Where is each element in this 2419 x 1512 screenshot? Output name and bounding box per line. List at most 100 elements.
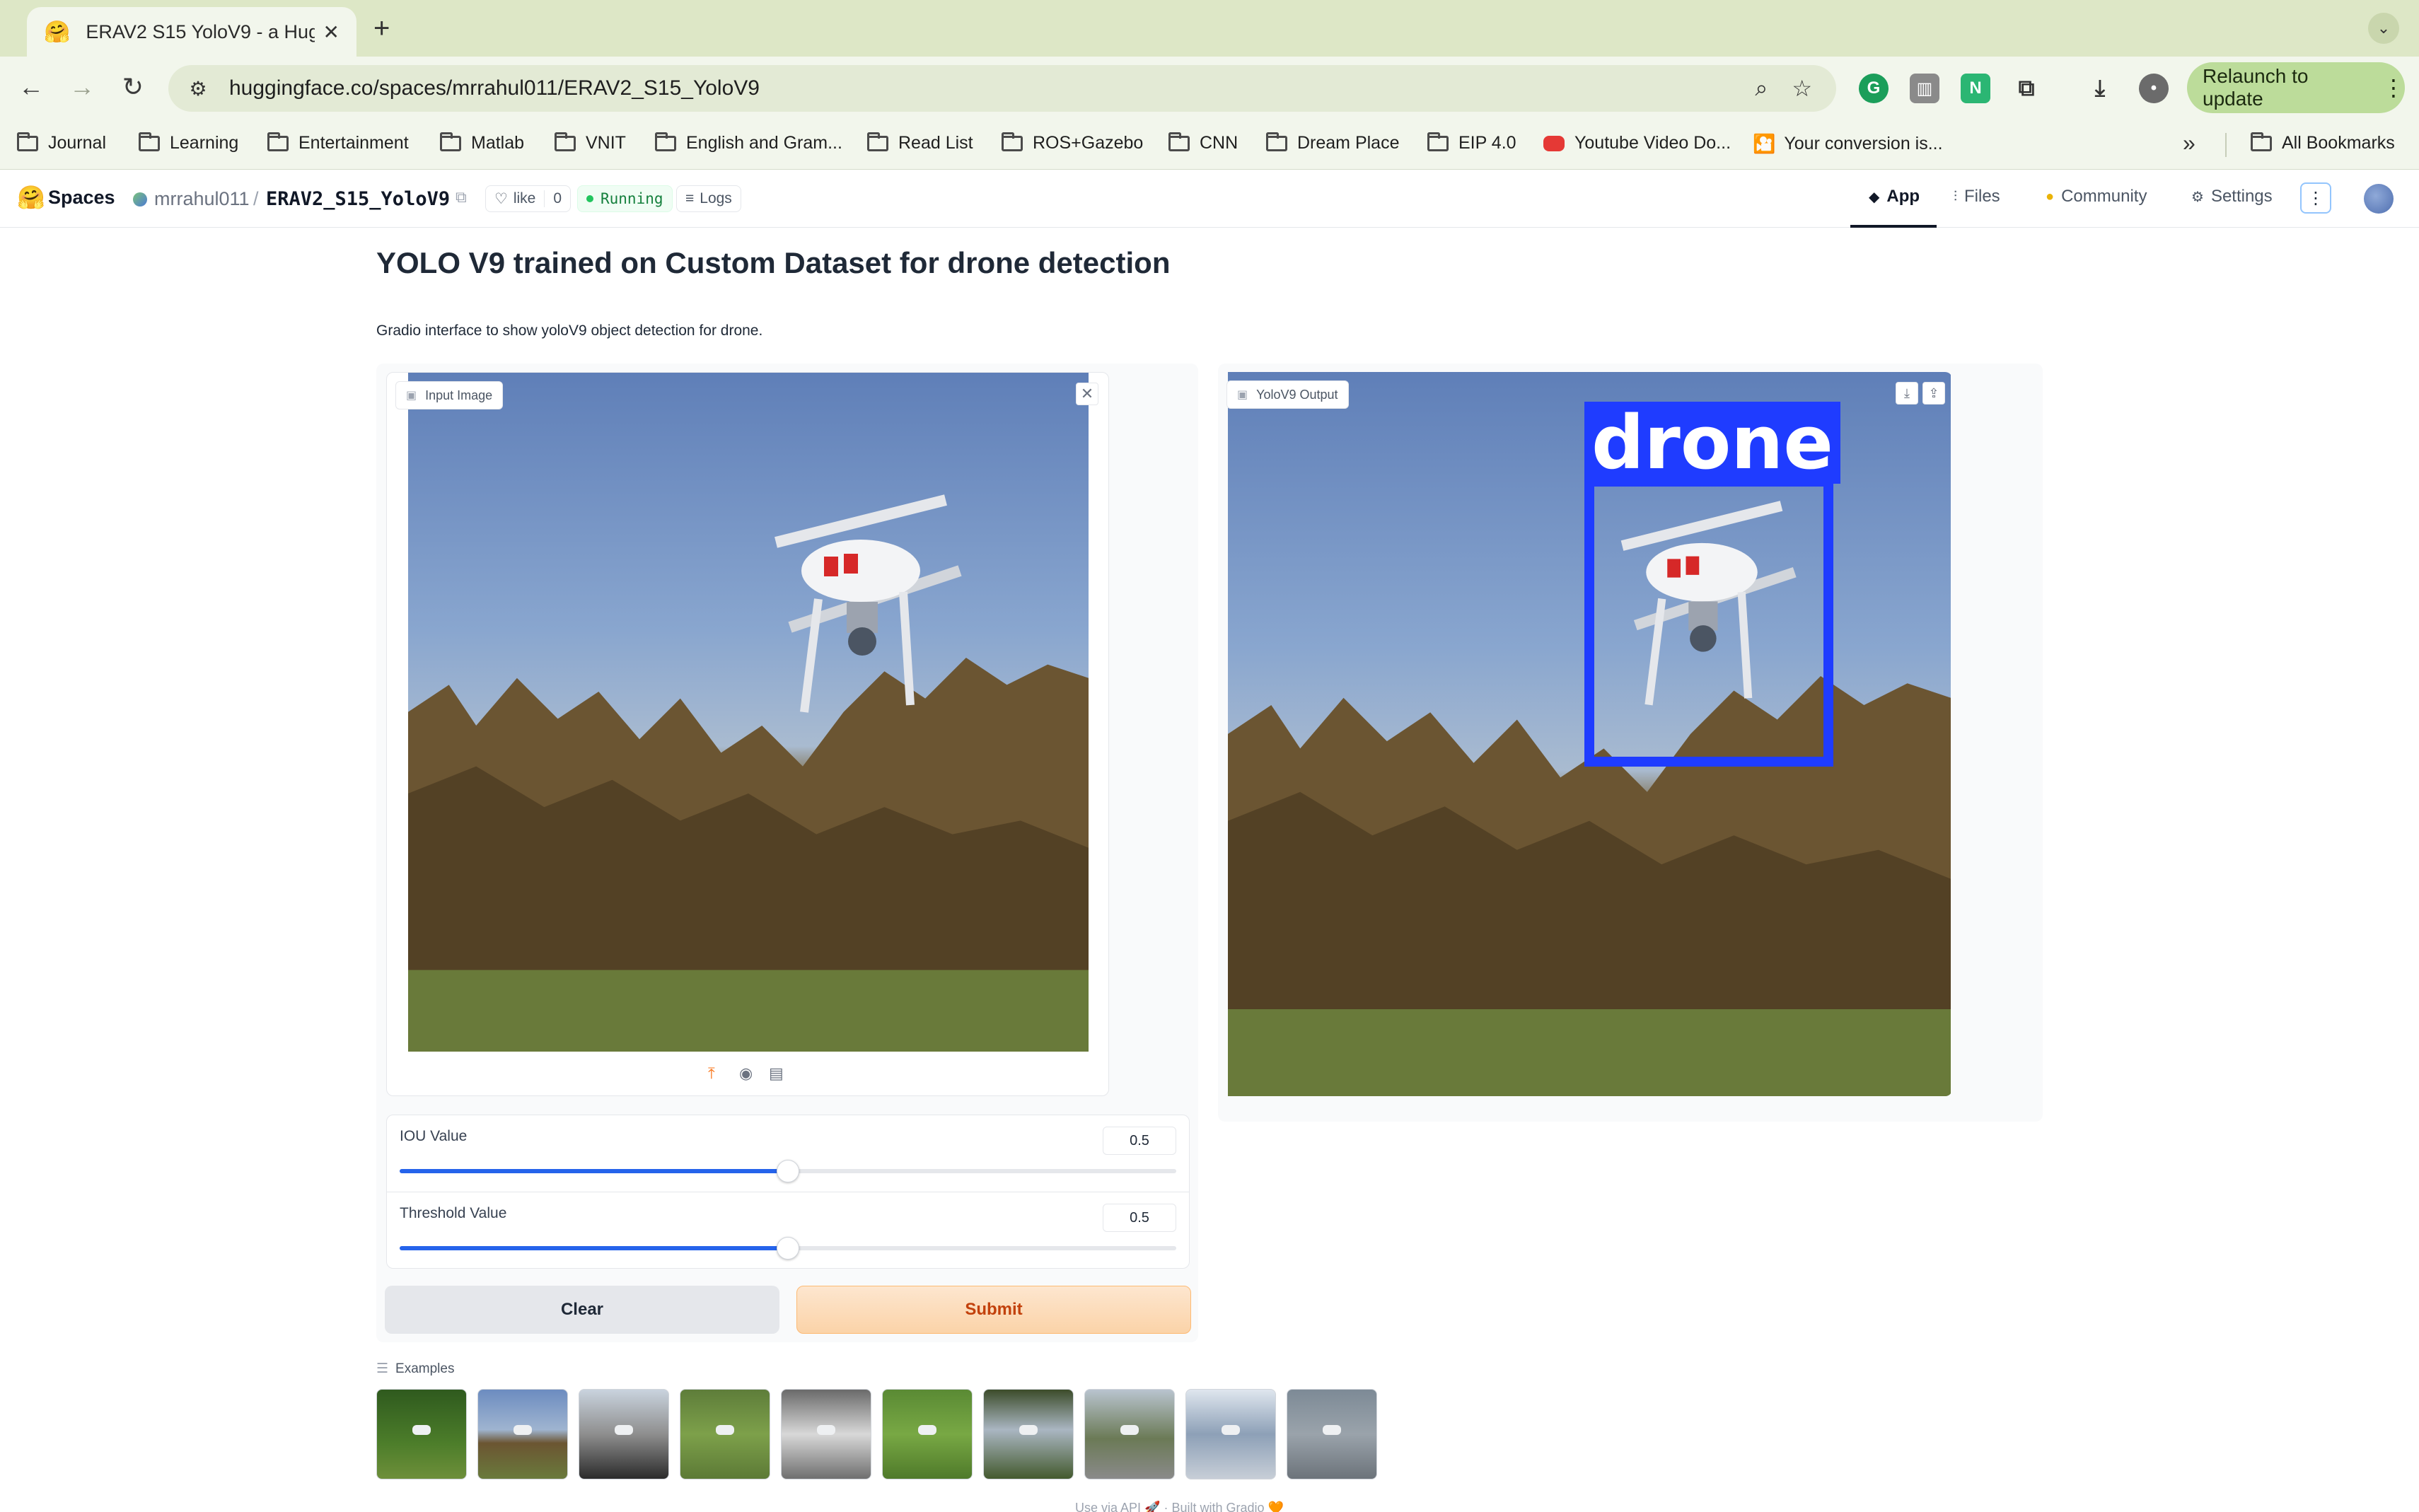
path-separator: / [253, 188, 259, 209]
example-thumbnail[interactable] [882, 1389, 973, 1479]
hugging-face-logo-icon[interactable]: 🤗 [17, 184, 45, 211]
bookmark-ros-gazebo[interactable]: ROS+Gazebo [1002, 132, 1143, 153]
download-icon[interactable]: ⤓ [1896, 382, 1918, 405]
like-button[interactable]: ♡ like 0 [485, 185, 572, 212]
clipboard-icon[interactable]: ▤ [769, 1064, 784, 1083]
examples-gallery [376, 1389, 1377, 1479]
status-label: Running [601, 190, 663, 207]
bookmark-learning[interactable]: Learning [139, 132, 238, 153]
upload-icon[interactable]: ⤒ [708, 1064, 715, 1083]
example-thumbnail[interactable] [477, 1389, 568, 1479]
example-thumbnail[interactable] [579, 1389, 669, 1479]
browser-tab[interactable]: 🤗 ERAV2 S15 YoloV9 - a Huggin ✕ [27, 7, 356, 57]
settings-gear-icon: ⚙ [2191, 189, 2204, 205]
drone-graphic [615, 1425, 633, 1436]
bookmark-read-list[interactable]: Read List [867, 132, 973, 153]
webcam-icon[interactable]: ◉ [739, 1064, 753, 1083]
submit-button[interactable]: Submit [796, 1286, 1191, 1334]
bookmark-vnit[interactable]: VNIT [555, 132, 626, 153]
more-bookmarks-chevron-icon[interactable]: » [2183, 130, 2195, 156]
repo-name-link[interactable]: ERAV2_S15_YoloV9 [266, 188, 450, 210]
footer-text: Use via API 🚀 · Built with Gradio 🧡 [1075, 1501, 1284, 1512]
all-bookmarks[interactable]: All Bookmarks [2251, 132, 2395, 153]
threshold-slider-thumb[interactable] [777, 1237, 799, 1260]
more-options-icon[interactable]: ⋮ [2300, 182, 2331, 214]
example-thumbnail[interactable] [1287, 1389, 1377, 1479]
grammarly-extension-icon[interactable]: G [1859, 74, 1889, 103]
page-title: YOLO V9 trained on Custom Dataset for dr… [376, 246, 1171, 279]
tab-title: ERAV2 S15 YoloV9 - a Huggin [86, 21, 315, 42]
folder-icon [1002, 132, 1023, 151]
bookmark-eip[interactable]: EIP 4.0 [1427, 132, 1516, 153]
spaces-link[interactable]: Spaces [48, 187, 115, 209]
bookmarks-divider [2225, 133, 2227, 157]
owner-link[interactable]: mrrahul011 [154, 188, 250, 210]
example-thumbnail[interactable] [376, 1389, 467, 1479]
youtube-icon [1543, 135, 1565, 151]
bookmark-youtube-video[interactable]: Youtube Video Do... [1543, 133, 1731, 153]
output-image-block: ▣ YoloV9 Output ⤓ ⇪ drone [1218, 372, 1952, 1096]
iou-slider-fill [400, 1169, 788, 1173]
example-thumbnail[interactable] [983, 1389, 1074, 1479]
tab-search-chevron-icon[interactable]: ⌄ [2368, 13, 2399, 44]
iou-slider-thumb[interactable] [777, 1160, 799, 1182]
folder-icon [440, 132, 461, 151]
image-icon: ▣ [1237, 389, 1248, 401]
like-count: 0 [544, 190, 562, 207]
bookmark-cnn[interactable]: CNN [1168, 132, 1238, 153]
zoom-icon[interactable]: ⌕ [1755, 75, 1768, 102]
example-thumbnail[interactable] [680, 1389, 770, 1479]
downloads-icon[interactable]: ⤓ [2085, 74, 2115, 103]
running-status-badge[interactable]: Running [577, 185, 673, 212]
copy-icon[interactable]: ⧉ [456, 188, 467, 207]
relaunch-label: Relaunch to update [2203, 65, 2309, 110]
bookmark-entertainment[interactable]: Entertainment [267, 132, 409, 153]
example-thumbnail[interactable] [1084, 1389, 1175, 1479]
folder-icon [1266, 132, 1287, 151]
drone-graphic [775, 494, 962, 713]
threshold-slider-row: Threshold Value 0.5 [387, 1192, 1189, 1268]
folder-icon [2251, 132, 2272, 151]
threshold-label: Threshold Value [400, 1205, 507, 1221]
threshold-number-input[interactable]: 0.5 [1103, 1204, 1176, 1232]
share-icon[interactable]: ⇪ [1922, 382, 1945, 405]
site-settings-icon[interactable]: ⚙ [184, 77, 212, 100]
forward-arrow-icon[interactable]: → [65, 72, 99, 102]
user-avatar[interactable] [2364, 184, 2394, 214]
reload-icon[interactable]: ↻ [116, 72, 150, 102]
close-tab-icon[interactable]: ✕ [323, 21, 340, 44]
address-bar[interactable]: ⚙ huggingface.co/spaces/mrrahul011/ERAV2… [168, 65, 1836, 112]
drone-graphic [817, 1425, 835, 1436]
clear-button[interactable]: Clear [385, 1286, 779, 1334]
new-tab-icon[interactable]: + [373, 13, 390, 45]
bookmark-matlab[interactable]: Matlab [440, 132, 524, 153]
iou-number-input[interactable]: 0.5 [1103, 1127, 1176, 1155]
owner-avatar [133, 192, 147, 207]
tab-settings[interactable]: ⚙ Settings [2191, 187, 2273, 207]
input-image-block[interactable]: ▣ Input Image ✕ ⤒ ◉ ▤ [386, 372, 1109, 1096]
tab-app[interactable]: ◆ App [1869, 187, 1920, 207]
profile-avatar[interactable]: • [2139, 74, 2169, 103]
example-thumbnail[interactable] [1185, 1389, 1276, 1479]
logs-button[interactable]: ≡ Logs [676, 185, 741, 212]
notion-extension-icon[interactable]: N [1961, 74, 1990, 103]
tab-community[interactable]: ● Community [2046, 187, 2147, 207]
active-tab-indicator [1850, 225, 1937, 228]
bookmark-your-conversion[interactable]: 🎦 Your conversion is... [1753, 133, 1943, 155]
iou-label: IOU Value [400, 1128, 468, 1144]
back-arrow-icon[interactable]: ← [14, 72, 48, 102]
bookmark-english-grammar[interactable]: English and Gram... [655, 132, 842, 153]
status-dot-icon [586, 195, 593, 202]
tab-files[interactable]: ⫶ Files [1954, 187, 2000, 207]
library-extension-icon[interactable]: ▥ [1910, 74, 1939, 103]
example-thumbnail[interactable] [781, 1389, 871, 1479]
extensions-puzzle-icon[interactable]: ⧉ [2012, 74, 2041, 103]
url-text[interactable]: huggingface.co/spaces/mrrahul011/ERAV2_S… [229, 76, 1755, 100]
threshold-slider[interactable] [400, 1237, 1176, 1260]
bookmark-star-icon[interactable]: ☆ [1792, 75, 1812, 102]
clear-image-icon[interactable]: ✕ [1076, 383, 1098, 405]
bookmark-dream-place[interactable]: Dream Place [1266, 132, 1400, 153]
bookmark-journal[interactable]: Journal [17, 132, 106, 153]
iou-slider[interactable] [400, 1160, 1176, 1182]
relaunch-to-update-button[interactable]: Relaunch to update ⋮ [2187, 62, 2405, 113]
